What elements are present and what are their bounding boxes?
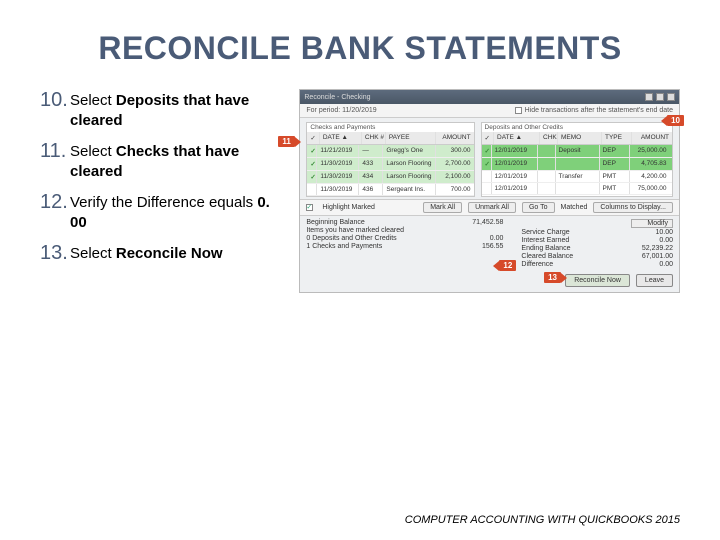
go-to-button[interactable]: Go To xyxy=(522,202,555,213)
summary-area: Beginning Balance71,452.58 Items you hav… xyxy=(300,216,679,271)
unmark-all-button[interactable]: Unmark All xyxy=(468,202,516,213)
step-number: 13. xyxy=(40,242,70,265)
step-13: 13. Select Reconcile Now xyxy=(40,242,285,265)
step-text: Select Deposits that have cleared xyxy=(70,89,285,130)
highlight-marked-checkbox[interactable] xyxy=(306,204,313,211)
mark-all-button[interactable]: Mark All xyxy=(423,202,462,213)
window-titlebar: Reconcile - Checking – □ × xyxy=(300,90,679,104)
matched-label: Matched xyxy=(561,204,588,211)
slide-title: RECONCILE BANK STATEMENTS xyxy=(40,30,680,67)
callout-13: 13 xyxy=(544,272,561,283)
table-toolbar: Highlight Marked Mark All Unmark All Go … xyxy=(300,199,679,216)
highlight-marked-label: Highlight Marked xyxy=(322,204,375,211)
check-row[interactable]: 11/30/2019436Sergeant Ins.700.00 xyxy=(307,184,473,196)
reconcile-now-button[interactable]: Reconcile Now xyxy=(565,274,630,287)
close-icon[interactable]: × xyxy=(667,93,675,101)
checks-section-label: Checks and Payments xyxy=(307,123,473,132)
deposits-table: Deposits and Other Credits ✓ DATE ▲ CHK … xyxy=(481,122,673,197)
checks-header: ✓ DATE ▲ CHK # PAYEE AMOUNT xyxy=(307,132,473,145)
window-toolbar: For period: 11/20/2019 Hide transactions… xyxy=(300,104,679,118)
steps-list: 10. Select Deposits that have cleared 11… xyxy=(40,89,285,293)
summary-right: Modify Service Charge10.00 Interest Earn… xyxy=(521,219,673,268)
leave-button[interactable]: Leave xyxy=(636,274,673,287)
step-text: Verify the Difference equals 0. 00 xyxy=(70,191,285,232)
reconcile-window: Reconcile - Checking – □ × For period: 1… xyxy=(299,89,680,293)
deposit-row[interactable]: 12/01/2019TransferPMT4,200.00 xyxy=(482,171,672,183)
callout-10: 10 xyxy=(667,115,684,126)
window-actions: 13 Reconcile Now Leave xyxy=(300,271,679,292)
check-row[interactable]: ✓11/30/2019434Larson Flooring2,100.00 xyxy=(307,171,473,184)
step-12: 12. Verify the Difference equals 0. 00 xyxy=(40,191,285,232)
deposit-row[interactable]: ✓12/01/2019DepositDEP25,000.00 xyxy=(482,145,672,158)
hide-tx-label: Hide transactions after the statement's … xyxy=(525,107,673,114)
callout-11: 11 xyxy=(278,136,294,147)
step-10: 10. Select Deposits that have cleared xyxy=(40,89,285,130)
minimize-icon[interactable]: – xyxy=(645,93,653,101)
slide-footer: COMPUTER ACCOUNTING WITH QUICKBOOKS 2015 xyxy=(405,514,680,526)
callout-12: 12 xyxy=(499,260,516,271)
summary-left: Beginning Balance71,452.58 Items you hav… xyxy=(306,219,503,268)
step-text: Select Checks that have cleared xyxy=(70,140,285,181)
check-row[interactable]: ✓11/21/2019—Gregg's One300.00 xyxy=(307,145,473,158)
deposits-section-label: Deposits and Other Credits xyxy=(482,123,672,132)
maximize-icon[interactable]: □ xyxy=(656,93,664,101)
hide-tx-checkbox[interactable] xyxy=(515,107,522,114)
modify-button[interactable]: Modify xyxy=(631,219,673,228)
period-label: For period: 11/20/2019 xyxy=(306,107,376,114)
deposit-row[interactable]: 12/01/2019PMT75,000.00 xyxy=(482,183,672,195)
step-11: 11. Select Checks that have cleared xyxy=(40,140,285,181)
deposits-header: ✓ DATE ▲ CHK # MEMO TYPE AMOUNT xyxy=(482,132,672,145)
check-row[interactable]: ✓11/30/2019433Larson Flooring2,700.00 xyxy=(307,158,473,171)
step-number: 10. xyxy=(40,89,70,130)
step-number: 11. xyxy=(40,140,70,181)
window-title: Reconcile - Checking xyxy=(304,94,370,101)
step-number: 12. xyxy=(40,191,70,232)
columns-button[interactable]: Columns to Display... xyxy=(593,202,673,213)
checks-table: Checks and Payments ✓ DATE ▲ CHK # PAYEE… xyxy=(306,122,474,197)
deposit-row[interactable]: ✓12/01/2019DEP4,705.83 xyxy=(482,158,672,171)
step-text: Select Reconcile Now xyxy=(70,242,223,265)
